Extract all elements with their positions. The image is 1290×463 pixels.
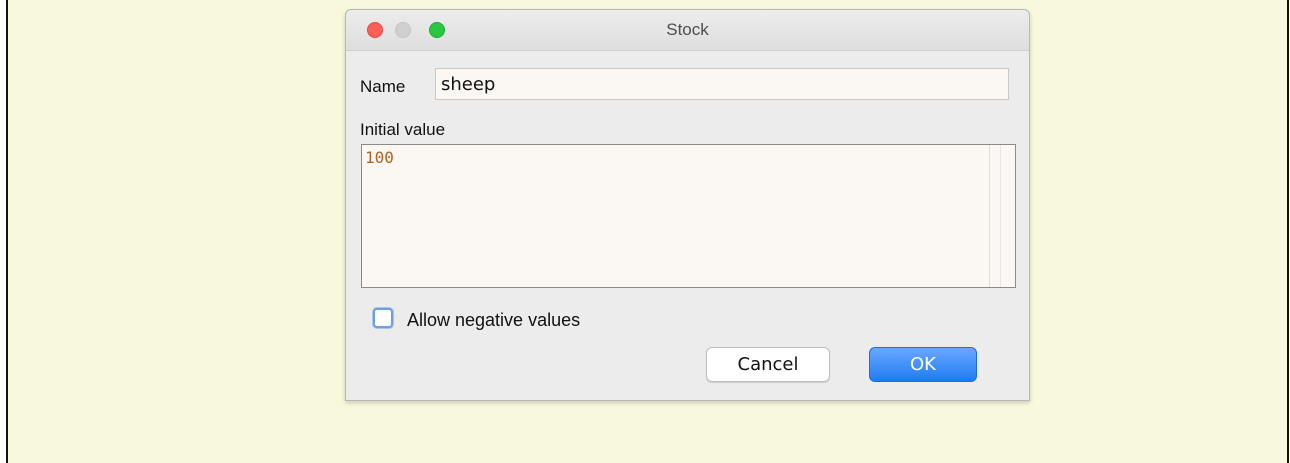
name-input[interactable]: sheep — [435, 68, 1009, 100]
dialog-title: Stock — [666, 20, 709, 39]
initial-value-label: Initial value — [360, 120, 446, 139]
allow-negative-checkbox[interactable] — [373, 308, 393, 328]
initial-value-textarea[interactable]: 100 — [361, 144, 1016, 288]
app-canvas: Stock Name sheep Initial value 100 Allow… — [6, 0, 1289, 463]
ok-button[interactable]: OK — [869, 347, 977, 382]
initial-value-text: 100 — [365, 148, 394, 167]
vertical-scrollbar[interactable] — [989, 145, 1015, 287]
cancel-button[interactable]: Cancel — [706, 347, 830, 382]
name-label: Name — [360, 77, 406, 96]
stock-dialog: Stock Name sheep Initial value 100 Allow… — [345, 9, 1030, 401]
allow-negative-label[interactable]: Allow negative values — [407, 310, 580, 331]
dialog-titlebar[interactable]: Stock — [346, 10, 1029, 51]
